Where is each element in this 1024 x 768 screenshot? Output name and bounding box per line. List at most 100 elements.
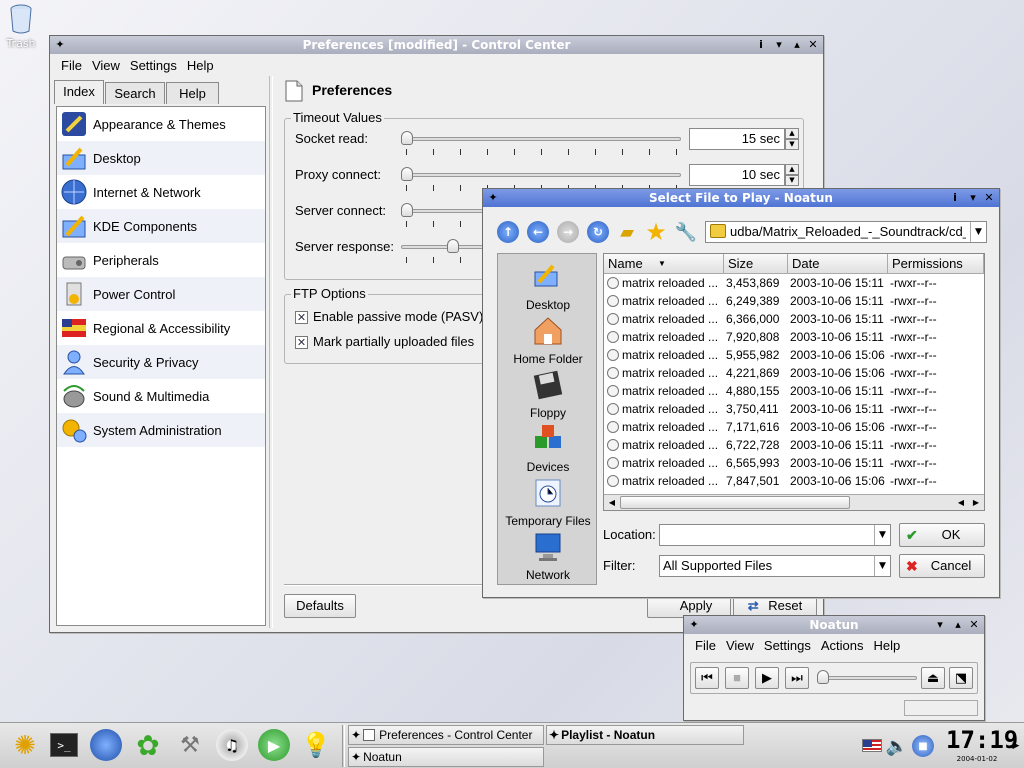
spin-down-icon[interactable]: ▼ bbox=[785, 139, 799, 150]
new-folder-icon[interactable]: ▰ bbox=[615, 221, 639, 243]
menu-file[interactable]: File bbox=[690, 636, 721, 656]
trash-desktop-icon[interactable]: Trash bbox=[2, 4, 40, 54]
browser-globe-icon[interactable] bbox=[90, 729, 122, 761]
file-row[interactable]: matrix reloaded ... 4,880,155 2003-10-06 1… bbox=[604, 382, 982, 400]
control-center-titlebar[interactable]: Preferences [modified] - Control Center … bbox=[50, 36, 823, 54]
file-row[interactable]: matrix reloaded ... 6,249,389 2003-10-06 1… bbox=[604, 292, 982, 310]
ok-button[interactable]: ✔ OK bbox=[899, 523, 985, 547]
file-row[interactable]: matrix reloaded ... 3,453,869 2003-10-06 1… bbox=[604, 274, 982, 292]
minimize-icon[interactable]: ▾ bbox=[771, 37, 787, 53]
timeout-slider-handle[interactable] bbox=[446, 239, 459, 253]
kde-menu-icon[interactable]: ✺ bbox=[8, 729, 42, 763]
timeout-slider-handle[interactable] bbox=[401, 203, 413, 217]
file-list[interactable]: Name ▼ Size Date Permissions matrix reloaded… bbox=[603, 253, 985, 511]
location-input[interactable]: ▼ bbox=[659, 524, 891, 546]
eject-button[interactable]: ⏏ bbox=[921, 667, 945, 689]
chevron-down-icon[interactable]: ▼ bbox=[970, 222, 986, 242]
column-header[interactable]: Date bbox=[788, 254, 888, 274]
timeout-slider-track[interactable] bbox=[401, 173, 681, 177]
play-button[interactable]: ▶ bbox=[755, 667, 779, 689]
help-icon[interactable]: i bbox=[753, 37, 769, 53]
power-status-icon[interactable]: ■ bbox=[912, 735, 934, 757]
timeout-spinbox[interactable]: 15 sec bbox=[689, 128, 785, 150]
passive-mode-checkbox[interactable]: ✕ bbox=[295, 311, 308, 324]
index-item[interactable]: Power Control bbox=[57, 277, 265, 311]
index-item[interactable]: System Administration bbox=[57, 413, 265, 447]
timeout-slider-handle[interactable] bbox=[401, 131, 413, 145]
place-item[interactable]: Home Folder bbox=[498, 314, 598, 366]
file-dialog-titlebar[interactable]: Select File to Play - Noatun ✦ i ▾ ✕ bbox=[483, 189, 999, 207]
bookmark-star-icon[interactable]: ★ bbox=[643, 218, 669, 246]
spin-down-icon[interactable]: ▼ bbox=[785, 175, 799, 186]
task-noatun[interactable]: ✦ Noatun bbox=[348, 747, 544, 767]
previous-button[interactable]: ⏮ bbox=[695, 667, 719, 689]
column-header[interactable]: Size bbox=[724, 254, 788, 274]
task-playlist-noatun[interactable]: ✦ Playlist - Noatun bbox=[546, 725, 744, 745]
media-play-icon[interactable]: ▶ bbox=[258, 729, 290, 761]
index-item[interactable]: Appearance & Themes bbox=[57, 107, 265, 141]
horizontal-scrollbar[interactable]: ◀ ◀ ▶ bbox=[604, 494, 984, 510]
menu-file[interactable]: File bbox=[56, 56, 87, 76]
pin-icon[interactable]: ✦ bbox=[52, 37, 68, 53]
menu-help[interactable]: Help bbox=[869, 636, 906, 656]
spin-up-icon[interactable]: ▲ bbox=[785, 128, 799, 139]
up-arrow-icon[interactable]: ↑ bbox=[497, 221, 519, 243]
filter-combobox[interactable]: All Supported Files ▼ bbox=[659, 555, 891, 577]
file-row[interactable]: matrix reloaded ... 6,565,993 2003-10-06 1… bbox=[604, 454, 982, 472]
pin-icon[interactable]: ✦ bbox=[485, 190, 501, 206]
terminal-icon[interactable]: >_ bbox=[50, 733, 78, 757]
place-item[interactable]: Temporary Files bbox=[498, 476, 598, 528]
place-item[interactable]: Floppy bbox=[498, 368, 598, 420]
file-row[interactable]: matrix reloaded ... 5,955,982 2003-10-06 1… bbox=[604, 346, 982, 364]
volume-speaker-icon[interactable]: 🔈 bbox=[886, 735, 908, 757]
clock[interactable]: 17:19 2004-01-02 bbox=[946, 725, 1018, 767]
column-header[interactable]: Permissions bbox=[888, 254, 984, 274]
back-arrow-icon[interactable]: ← bbox=[527, 221, 549, 243]
task-control-center[interactable]: ✦ Preferences - Control Center bbox=[348, 725, 544, 745]
music-cd-icon[interactable]: ♫ bbox=[216, 729, 248, 761]
next-button[interactable]: ⏭ bbox=[785, 667, 809, 689]
column-header[interactable]: Name ▼ bbox=[604, 254, 724, 274]
taskbar-arrow-icon[interactable]: ▶ bbox=[1010, 733, 1022, 759]
close-icon[interactable]: ✕ bbox=[805, 37, 821, 53]
file-row[interactable]: matrix reloaded ... 4,221,869 2003-10-06 1… bbox=[604, 364, 982, 382]
stop-button[interactable]: ■ bbox=[725, 667, 749, 689]
tab-help[interactable]: Help bbox=[166, 82, 219, 104]
defaults-button[interactable]: Defaults bbox=[284, 594, 356, 618]
scroll-left-end-icon[interactable]: ◀ bbox=[954, 496, 968, 509]
menu-help[interactable]: Help bbox=[182, 56, 219, 76]
file-row[interactable]: matrix reloaded ... 3,750,411 2003-10-06 1… bbox=[604, 400, 982, 418]
close-icon[interactable]: ✕ bbox=[966, 617, 982, 633]
file-row[interactable]: matrix reloaded ... 7,171,616 2003-10-06 1… bbox=[604, 418, 982, 436]
tab-search[interactable]: Search bbox=[105, 82, 165, 104]
file-row[interactable]: matrix reloaded ... 7,920,808 2003-10-06 1… bbox=[604, 328, 982, 346]
timeout-slider-handle[interactable] bbox=[401, 167, 413, 181]
splitter[interactable] bbox=[269, 76, 273, 628]
path-combobox[interactable]: udba/Matrix_Reloaded_-_Soundtrack/cd_1/ … bbox=[705, 221, 987, 243]
index-item[interactable]: Sound & Multimedia bbox=[57, 379, 265, 413]
pin-icon[interactable]: ✦ bbox=[686, 617, 702, 633]
index-item[interactable]: Regional & Accessibility bbox=[57, 311, 265, 345]
minimize-icon[interactable]: ▾ bbox=[965, 190, 981, 206]
index-item[interactable]: Security & Privacy bbox=[57, 345, 265, 379]
help-icon[interactable]: i bbox=[947, 190, 963, 206]
forward-arrow-icon[interactable]: → bbox=[557, 221, 579, 243]
icq-flower-icon[interactable]: ✿ bbox=[132, 729, 164, 762]
index-list[interactable]: Appearance & Themes Desktop Internet & Net… bbox=[56, 106, 266, 626]
noatun-titlebar[interactable]: Noatun ✦ ▾ ▴ ✕ bbox=[684, 616, 984, 634]
file-row[interactable]: matrix reloaded ... 6,366,000 2003-10-06 1… bbox=[604, 310, 982, 328]
file-row[interactable]: matrix reloaded ... 7,847,501 2003-10-06 1… bbox=[604, 472, 982, 490]
place-item[interactable]: Devices bbox=[498, 422, 598, 474]
menu-view[interactable]: View bbox=[87, 56, 125, 76]
position-slider-handle[interactable] bbox=[817, 670, 829, 684]
playlist-button[interactable]: ⬔ bbox=[949, 667, 973, 689]
timeout-spinbox[interactable]: 10 sec bbox=[689, 164, 785, 186]
position-slider-track[interactable] bbox=[817, 676, 917, 680]
maximize-icon[interactable]: ▴ bbox=[950, 617, 966, 633]
place-item[interactable]: Network bbox=[498, 530, 598, 582]
settings-tools-icon[interactable]: ⚒ bbox=[174, 729, 206, 761]
index-item[interactable]: Internet & Network bbox=[57, 175, 265, 209]
cancel-button[interactable]: ✖ Cancel bbox=[899, 554, 985, 578]
reload-icon[interactable]: ↻ bbox=[587, 221, 609, 243]
index-item[interactable]: KDE Components bbox=[57, 209, 265, 243]
